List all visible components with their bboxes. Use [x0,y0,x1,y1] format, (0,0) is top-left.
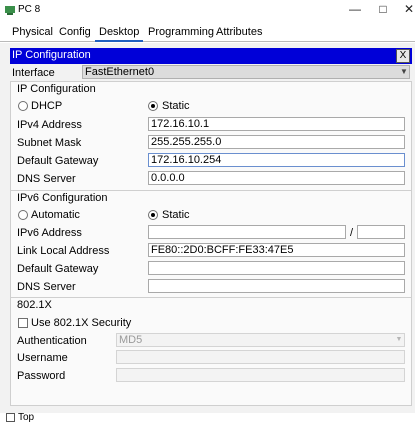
prefix-separator: / [350,227,354,239]
static-label: Static [162,100,190,112]
subnet-mask-label: Subnet Mask [17,137,82,149]
ipv6-gateway-field[interactable] [148,261,405,275]
title-bar: PC 8 — □ ✕ [0,0,415,20]
section-divider [11,190,411,191]
ip-config-close-button[interactable]: X [396,49,410,63]
tab-desktop[interactable]: Desktop [95,22,144,42]
dhcp-label: DHCP [31,100,63,112]
dot1x-section-title: 802.1X [17,299,52,311]
subnet-mask-field[interactable]: 255.255.255.0 [148,135,405,149]
ipv6-section-title: IPv6 Configuration [17,192,108,204]
ipv6-dns-label: DNS Server [17,281,76,293]
ipv6-address-field[interactable] [148,225,346,239]
tab-physical[interactable]: Physical [8,22,57,42]
app-icon [5,6,15,15]
ipv6-prefix-field[interactable] [357,225,405,239]
chevron-down-icon: ▼ [395,336,403,343]
ipv6-automatic-label: Automatic [31,209,80,221]
link-local-field[interactable]: FE80::2D0:BCFF:FE33:47E5 [148,243,405,257]
tab-attributes[interactable]: Attributes [212,22,266,42]
tab-config[interactable]: Config [55,22,95,42]
link-local-label: Link Local Address [17,245,110,257]
ipv4-address-label: IPv4 Address [17,119,82,131]
dns-server-field[interactable]: 0.0.0.0 [148,171,405,185]
username-field[interactable] [116,350,405,364]
ip-config-header: IP Configuration X [10,48,412,64]
dns-server-label: DNS Server [17,173,76,185]
use-8021x-label: Use 802.1X Security [31,317,132,329]
close-button[interactable]: ✕ [394,0,415,18]
password-label: Password [17,370,66,382]
ipv6-static-label: Static [162,209,190,221]
default-gateway-label: Default Gateway [17,155,99,167]
ipv6-static-radio[interactable] [148,210,158,220]
ipv6-automatic-radio[interactable] [18,210,28,220]
ipv4-section-title: IP Configuration [17,83,96,95]
username-label: Username [17,352,68,364]
top-checkbox[interactable] [6,413,15,422]
ip-config-header-title: IP Configuration [12,49,91,61]
top-label: Top [18,412,35,423]
section-divider [11,297,411,298]
ipv6-gateway-label: Default Gateway [17,263,99,275]
default-gateway-field[interactable]: 172.16.10.254 [148,153,405,167]
interface-select[interactable]: FastEthernet0 [82,65,410,79]
dhcp-radio[interactable] [18,101,28,111]
window-title: PC 8 [18,4,41,15]
ipv4-address-field[interactable]: 172.16.10.1 [148,117,405,131]
authentication-label: Authentication [17,335,87,347]
use-8021x-checkbox[interactable] [18,318,28,328]
tab-programming[interactable]: Programming [144,22,218,42]
ipv6-dns-field[interactable] [148,279,405,293]
minimize-button[interactable]: — [340,0,370,18]
ipv6-address-label: IPv6 Address [17,227,82,239]
chevron-down-icon: ▼ [400,67,408,76]
tab-bar: Physical Config Desktop Programming Attr… [0,22,415,42]
interface-label: Interface [12,67,55,79]
static-radio[interactable] [148,101,158,111]
password-field[interactable] [116,368,405,382]
authentication-select[interactable]: MD5 [116,333,405,347]
